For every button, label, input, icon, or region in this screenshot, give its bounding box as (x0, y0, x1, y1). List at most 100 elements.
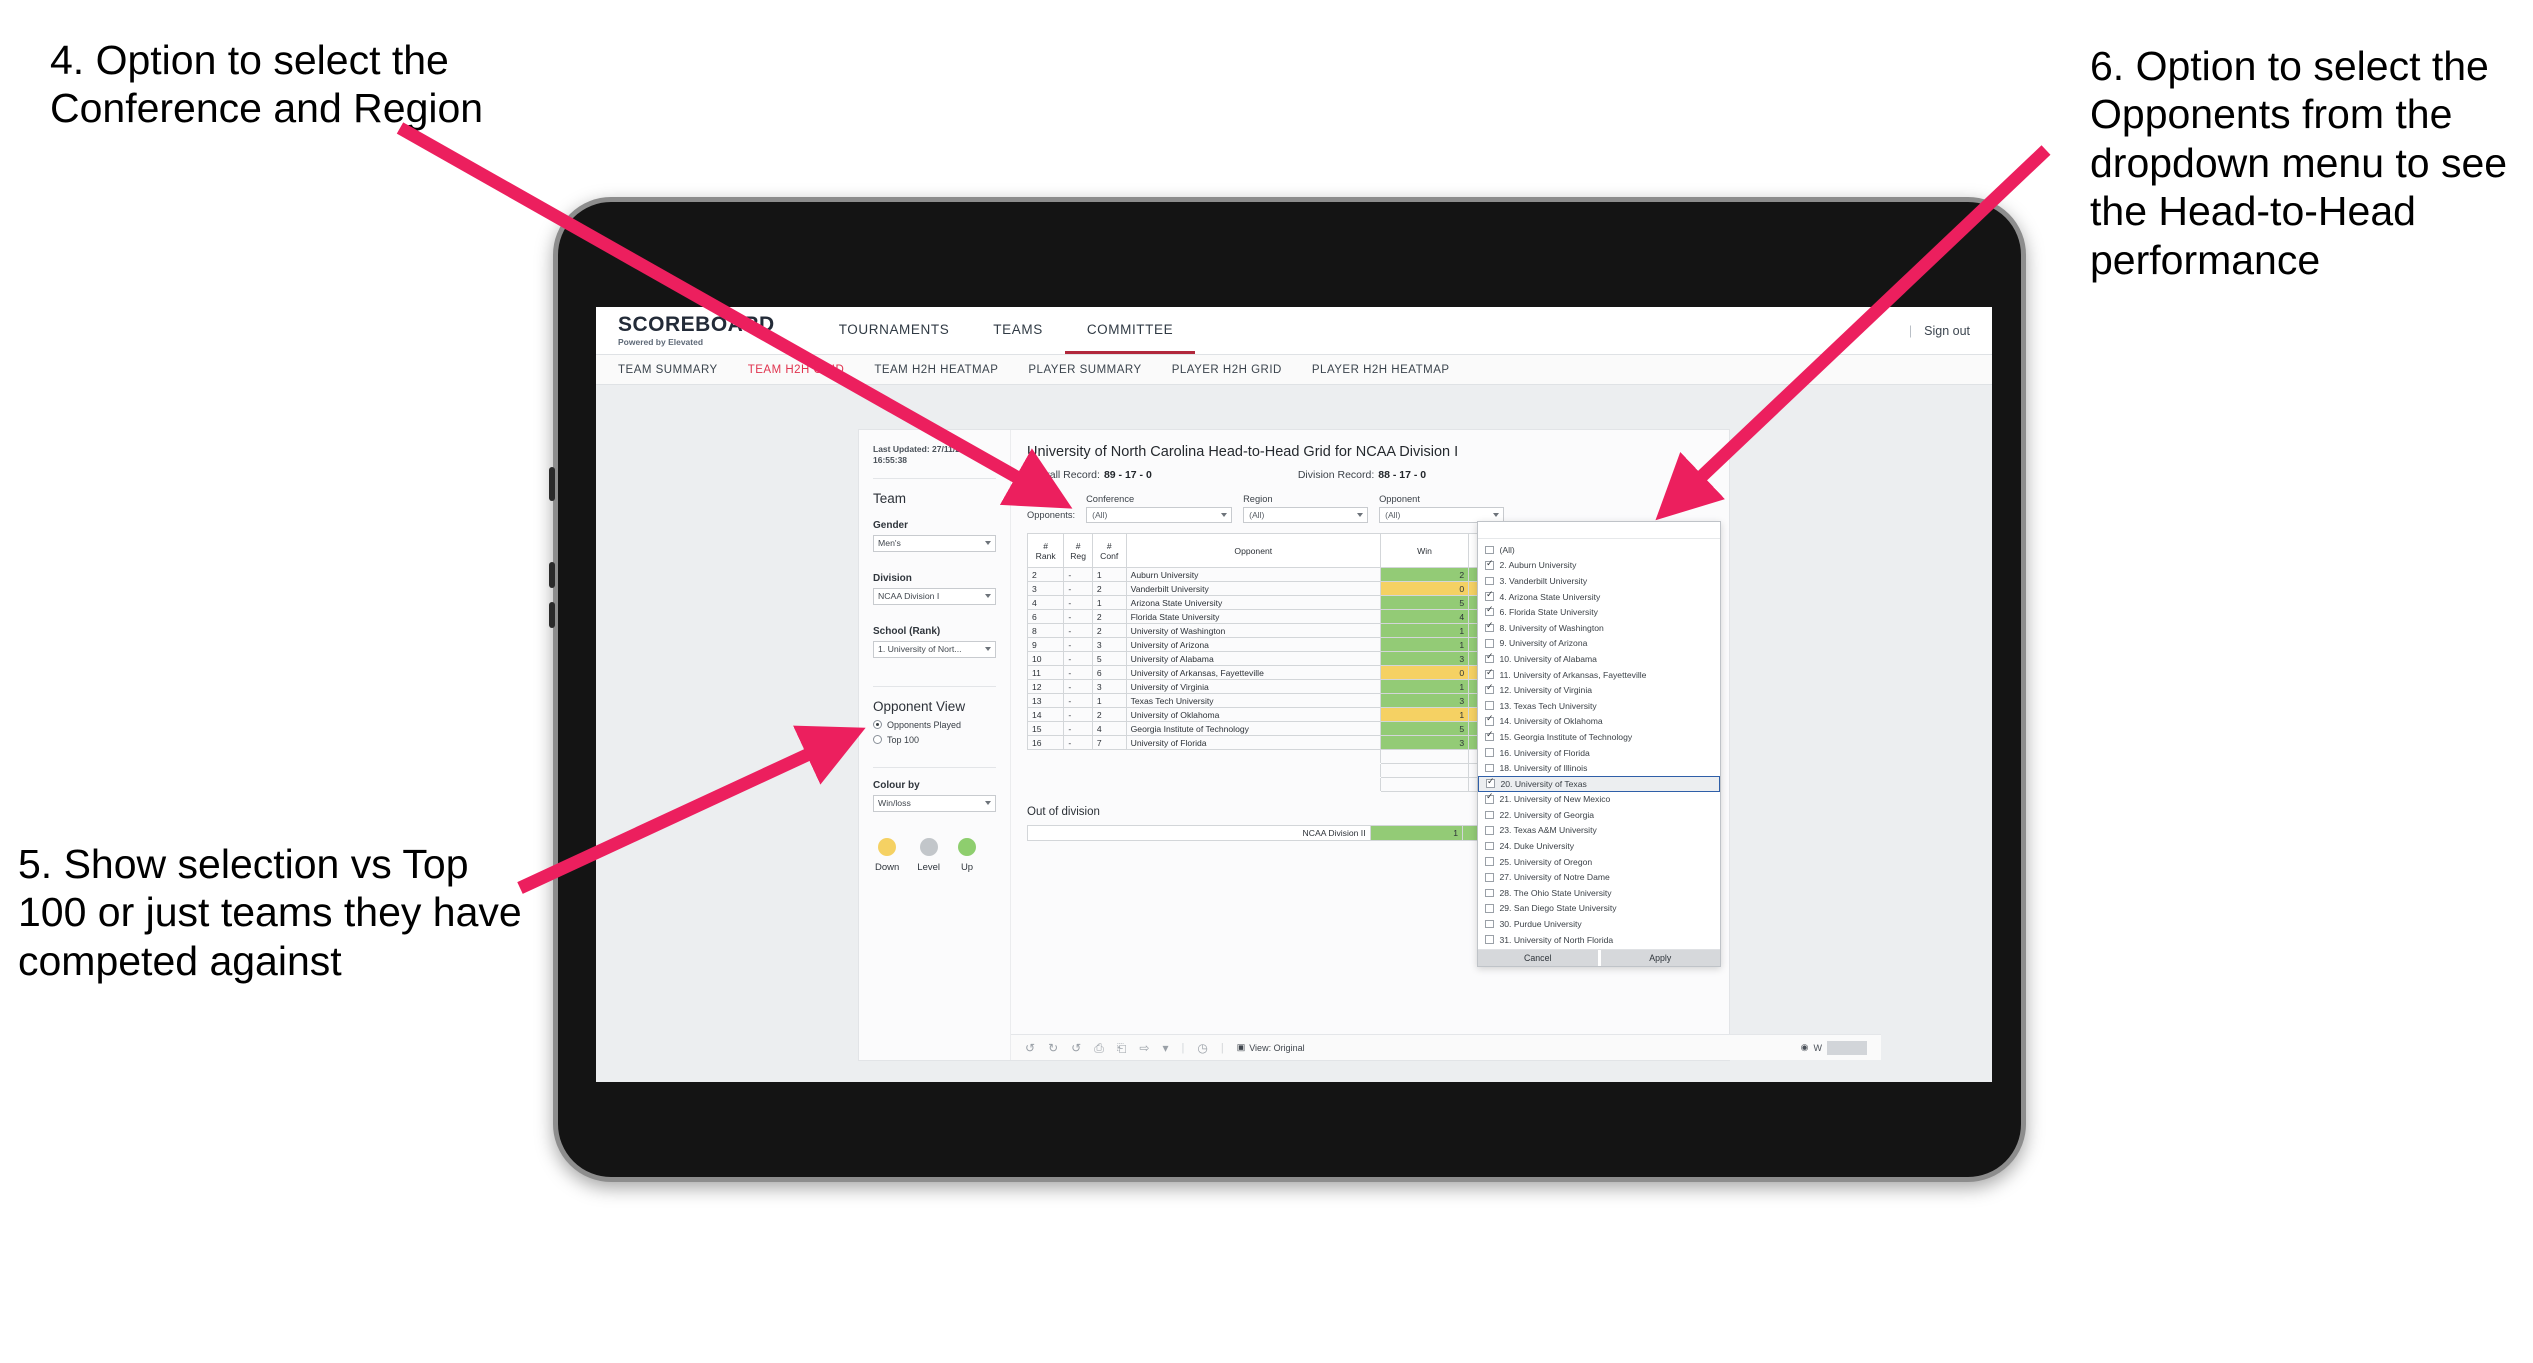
annotation-5-opponent-view: 5. Show selection vs Top 100 or just tea… (18, 841, 522, 984)
redo-icon[interactable]: ↻ (1048, 1042, 1058, 1054)
checkbox-unchecked-icon[interactable] (1485, 935, 1494, 944)
checkbox-unchecked-icon[interactable] (1485, 857, 1494, 866)
cell-win: 0 (1379, 581, 1470, 596)
dropdown-item[interactable]: 12. University of Virginia (1478, 682, 1720, 698)
nav-tournaments[interactable]: TOURNAMENTS (817, 307, 972, 354)
dropdown-item[interactable]: 15. Georgia Institute of Technology (1478, 729, 1720, 745)
checkbox-unchecked-icon[interactable] (1485, 701, 1494, 710)
checkbox-checked-icon[interactable] (1486, 777, 1495, 788)
checkbox-unchecked-icon[interactable] (1485, 904, 1494, 913)
checkbox-unchecked-icon[interactable] (1485, 748, 1494, 757)
checkbox-checked-icon[interactable] (1485, 605, 1494, 617)
subnav-team-summary[interactable]: TEAM SUMMARY (618, 364, 718, 376)
checkbox-unchecked-icon[interactable] (1485, 841, 1494, 851)
cell-opponent: Florida State University (1125, 609, 1381, 624)
dropdown-item[interactable]: 29. San Diego State University (1478, 901, 1720, 917)
dropdown-item-label: 9. University of Arizona (1499, 638, 1588, 649)
cell-empty (1027, 777, 1381, 792)
dropdown-item[interactable]: 21. University of New Mexico (1478, 792, 1720, 808)
checkbox-checked-icon[interactable] (1485, 730, 1494, 742)
dropdown-item[interactable]: 14. University of Oklahoma (1478, 714, 1720, 730)
gender-select[interactable]: Men's (873, 534, 996, 552)
dropdown-item[interactable]: 25. University of Oregon (1478, 854, 1720, 870)
sign-out-link[interactable]: Sign out (1924, 324, 1970, 338)
clock-icon[interactable]: ◷ (1197, 1042, 1207, 1054)
dropdown-item[interactable]: 24. Duke University (1478, 838, 1720, 854)
division-filter: Division NCAA Division I (873, 573, 996, 605)
dropdown-item[interactable]: 22. University of Georgia (1478, 807, 1720, 823)
nav-committee[interactable]: COMMITTEE (1064, 307, 1196, 354)
opponent-dropdown-search[interactable] (1478, 522, 1720, 539)
dropdown-item[interactable]: 9. University of Arizona (1478, 636, 1720, 652)
dropdown-item[interactable]: 4. Arizona State University (1478, 589, 1720, 605)
checkbox-checked-icon[interactable] (1485, 590, 1494, 601)
share-icon[interactable]: ⇨ (1139, 1042, 1149, 1054)
subnav-team-h2h-grid[interactable]: TEAM H2H GRID (748, 364, 845, 376)
radio-opponents-played[interactable]: Opponents Played (873, 720, 996, 730)
dropdown-item[interactable]: (All) (1478, 542, 1720, 558)
undo-icon[interactable]: ↺ (1025, 1042, 1035, 1054)
chevron-down-icon (985, 594, 991, 599)
checkbox-unchecked-icon[interactable] (1485, 810, 1494, 820)
checkbox-checked-icon[interactable] (1485, 621, 1494, 633)
dropdown-item[interactable]: 28. The Ohio State University (1478, 885, 1720, 901)
checkbox-checked-icon[interactable] (1485, 668, 1494, 679)
checkbox-checked-icon[interactable] (1485, 683, 1494, 695)
checkbox-unchecked-icon[interactable] (1485, 545, 1494, 555)
dropdown-item[interactable]: 23. Texas A&M University (1478, 823, 1720, 839)
dropdown-item[interactable]: 6. Florida State University (1478, 604, 1720, 620)
cell-rank: 11 (1026, 665, 1065, 680)
cell-reg: - (1063, 567, 1093, 582)
checkbox-checked-icon[interactable] (1485, 652, 1494, 664)
dropdown-item[interactable]: 2. Auburn University (1478, 558, 1720, 574)
legend-label-level: Level (917, 861, 941, 873)
conference-select[interactable]: (All) (1086, 507, 1233, 523)
dropdown-item[interactable]: 16. University of Florida (1478, 745, 1720, 761)
region-select[interactable]: (All) (1243, 507, 1369, 523)
dropdown-item-label: 14. University of Oklahoma (1499, 716, 1603, 727)
subnav-player-h2h-heatmap[interactable]: PLAYER H2H HEATMAP (1312, 364, 1450, 376)
view-original-button[interactable]: ▣ View: Original (1237, 1042, 1305, 1053)
nav-teams[interactable]: TEAMS (971, 307, 1065, 354)
cancel-button[interactable]: Cancel (1478, 950, 1598, 967)
dropdown-item[interactable]: 31. University of North Florida (1478, 932, 1720, 948)
school-select[interactable]: 1. University of Nort... (873, 640, 996, 658)
dropdown-item-label: 28. The Ohio State University (1499, 887, 1612, 898)
chevron-down-icon[interactable]: ▾ (1162, 1042, 1168, 1054)
dropdown-item[interactable]: 3. Vanderbilt University (1478, 573, 1720, 589)
radio-top-100[interactable]: Top 100 (873, 735, 996, 745)
checkbox-unchecked-icon[interactable] (1485, 826, 1494, 835)
checkbox-checked-icon[interactable] (1485, 793, 1494, 804)
checkbox-unchecked-icon[interactable] (1485, 763, 1494, 773)
dropdown-item[interactable]: 30. Purdue University (1478, 916, 1720, 932)
dropdown-item[interactable]: 8. University of Washington (1478, 620, 1720, 636)
subnav-team-h2h-heatmap[interactable]: TEAM H2H HEATMAP (874, 364, 998, 376)
checkbox-unchecked-icon[interactable] (1485, 639, 1494, 648)
apply-button[interactable]: Apply (1597, 950, 1720, 967)
sidebar-divider-3 (873, 766, 996, 768)
subnav-player-h2h-grid[interactable]: PLAYER H2H GRID (1172, 364, 1282, 376)
dropdown-item[interactable]: 11. University of Arkansas, Fayetteville (1478, 667, 1720, 683)
checkbox-unchecked-icon[interactable] (1485, 919, 1494, 929)
dropdown-item[interactable]: 10. University of Alabama (1478, 651, 1720, 667)
pause-icon[interactable]: ⎗ (1117, 1042, 1127, 1054)
checkbox-checked-icon[interactable] (1485, 559, 1494, 570)
checkbox-checked-icon[interactable] (1485, 715, 1494, 726)
opponent-dropdown-panel[interactable]: (All) 2. Auburn University 3. Vanderbilt U… (1477, 521, 1721, 968)
scoreboard-logo[interactable]: SCOREBOARD Powered by Elevated (618, 314, 775, 347)
refresh-icon[interactable]: ⎙ (1094, 1042, 1104, 1054)
chevron-down-icon (1493, 513, 1500, 517)
checkbox-unchecked-icon[interactable] (1485, 888, 1494, 898)
colour-by-select[interactable]: Win/loss (873, 794, 996, 812)
subnav-player-summary[interactable]: PLAYER SUMMARY (1028, 364, 1141, 376)
dropdown-item[interactable]: 13. Texas Tech University (1478, 698, 1720, 714)
dropdown-item[interactable]: 18. University of Illinois (1478, 760, 1720, 776)
dropdown-item[interactable]: 20. University of Texas (1478, 775, 1720, 792)
toolbar-placeholder-box[interactable] (1827, 1040, 1867, 1055)
division-select[interactable]: NCAA Division I (873, 587, 996, 605)
dropdown-item[interactable]: 27. University of Notre Dame (1478, 869, 1720, 885)
checkbox-unchecked-icon[interactable] (1485, 873, 1494, 882)
eye-icon[interactable]: ◉ (1801, 1042, 1809, 1053)
revert-icon[interactable]: ↺ (1071, 1042, 1081, 1054)
checkbox-unchecked-icon[interactable] (1485, 576, 1494, 586)
